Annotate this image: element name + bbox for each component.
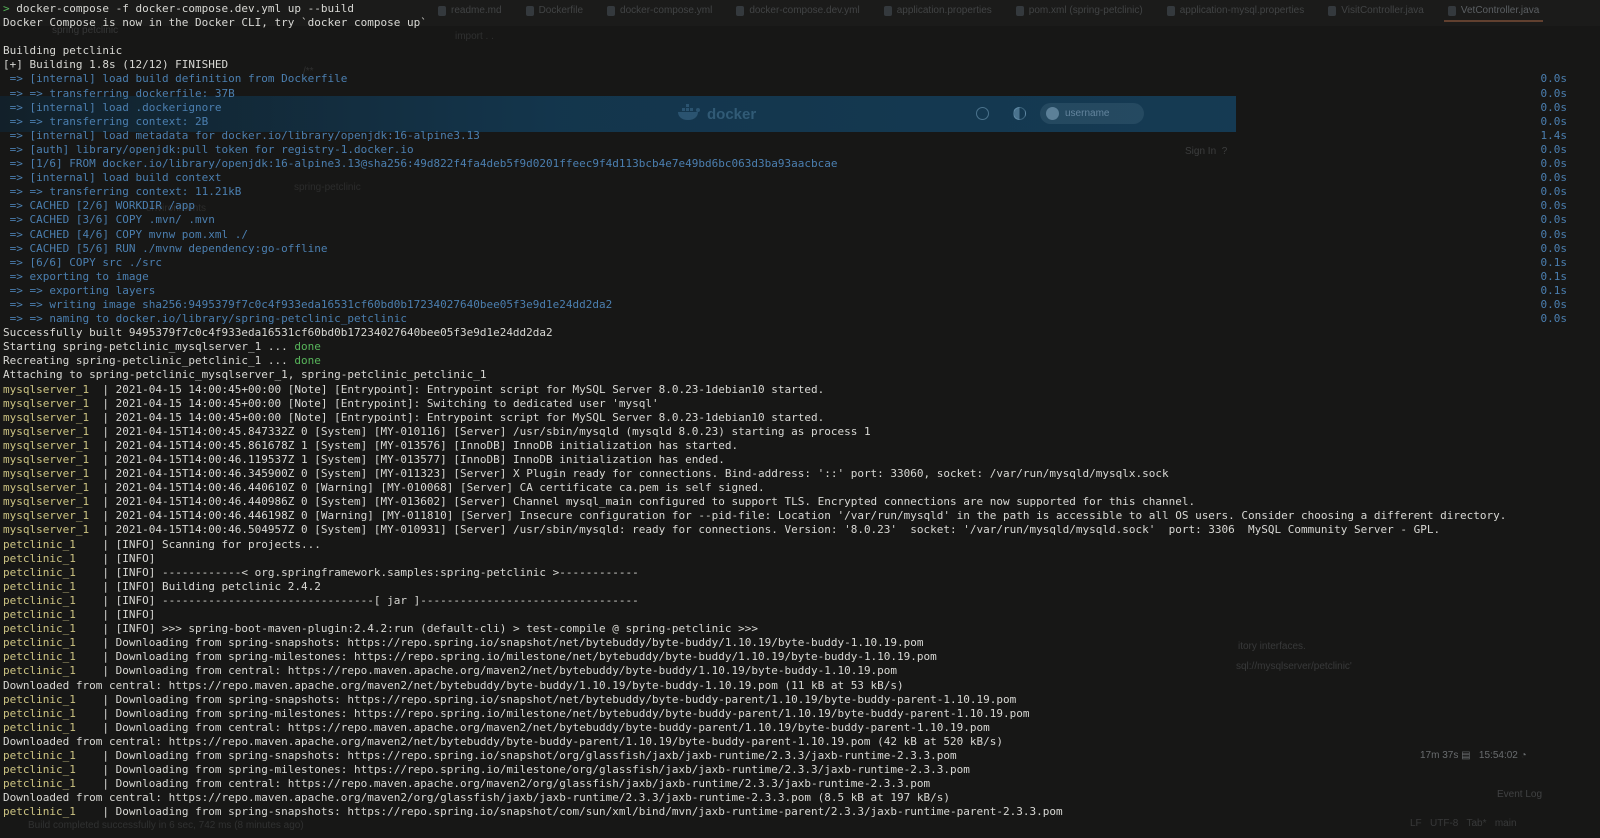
terminal-log-line-mysqlserver_1: mysqlserver_1 | 2021-04-15 14:00:45+00:0…: [3, 411, 1600, 425]
terminal-log-line-mysqlserver_1: mysqlserver_1 | 2021-04-15T14:00:46.4409…: [3, 495, 1600, 509]
terminal-log-line-petclinic_1: petclinic_1 | Downloading from spring-sn…: [3, 749, 1600, 763]
terminal-line: => [internal] load .dockerignore0.0s: [3, 101, 1600, 115]
terminal-line: => CACHED [4/6] COPY mvnw pom.xml ./0.0s: [3, 228, 1600, 242]
terminal-log-line-mysqlserver_1: mysqlserver_1 | 2021-04-15T14:00:46.5049…: [3, 523, 1600, 537]
terminal-line: Starting spring-petclinic_mysqlserver_1 …: [3, 340, 1600, 354]
terminal-line: [+] Building 1.8s (12/12) FINISHED: [3, 58, 1600, 72]
terminal-line: => => exporting layers0.1s: [3, 284, 1600, 298]
terminal-line: Docker Compose is now in the Docker CLI,…: [3, 16, 1600, 30]
terminal-command-line: > docker-compose -f docker-compose.dev.y…: [3, 2, 1600, 16]
terminal-output[interactable]: > docker-compose -f docker-compose.dev.y…: [0, 0, 1600, 838]
terminal-line: Attaching to spring-petclinic_mysqlserve…: [3, 368, 1600, 382]
terminal-line: => => transferring context: 11.21kB0.0s: [3, 185, 1600, 199]
terminal-log-line-petclinic_1: petclinic_1 | Downloading from spring-sn…: [3, 636, 1600, 650]
terminal-line: => [internal] load build context0.0s: [3, 171, 1600, 185]
terminal-log-line-mysqlserver_1: mysqlserver_1 | 2021-04-15T14:00:45.8616…: [3, 439, 1600, 453]
terminal-line: Building petclinic: [3, 44, 1600, 58]
terminal-log-line-petclinic_1: petclinic_1 | Downloading from central: …: [3, 777, 1600, 791]
terminal-log-line-petclinic_1: petclinic_1 | [INFO] >>> spring-boot-mav…: [3, 622, 1600, 636]
terminal-log-line-mysqlserver_1: mysqlserver_1 | 2021-04-15T14:00:45.8473…: [3, 425, 1600, 439]
terminal-log-line-mysqlserver_1: mysqlserver_1 | 2021-04-15 14:00:45+00:0…: [3, 383, 1600, 397]
terminal-log-line-petclinic_1: petclinic_1 | [INFO] -------------------…: [3, 594, 1600, 608]
terminal-log-line-petclinic_1: petclinic_1 | [INFO] ------------< org.s…: [3, 566, 1600, 580]
terminal-line: => => transferring dockerfile: 37B0.0s: [3, 87, 1600, 101]
terminal-log-line-petclinic_1: petclinic_1 | Downloading from spring-mi…: [3, 650, 1600, 664]
terminal-log-line-petclinic_1: petclinic_1 | Downloading from spring-sn…: [3, 805, 1600, 819]
terminal-line: Downloaded from central: https://repo.ma…: [3, 791, 1600, 805]
terminal-log-line-mysqlserver_1: mysqlserver_1 | 2021-04-15T14:00:46.4406…: [3, 481, 1600, 495]
terminal-line: => [6/6] COPY src ./src0.1s: [3, 256, 1600, 270]
terminal-log-line-mysqlserver_1: mysqlserver_1 | 2021-04-15T14:00:46.3459…: [3, 467, 1600, 481]
terminal-log-line-petclinic_1: petclinic_1 | Downloading from central: …: [3, 664, 1600, 678]
terminal-log-line-petclinic_1: petclinic_1 | Downloading from spring-sn…: [3, 693, 1600, 707]
terminal-line: => => transferring context: 2B0.0s: [3, 115, 1600, 129]
terminal-line: [3, 30, 1600, 44]
terminal-line: => exporting to image0.1s: [3, 270, 1600, 284]
terminal-line: Downloaded from central: https://repo.ma…: [3, 679, 1600, 693]
terminal-line: Successfully built 9495379f7c0c4f933eda1…: [3, 326, 1600, 340]
terminal-log-line-petclinic_1: petclinic_1 | [INFO]: [3, 552, 1600, 566]
terminal-log-line-petclinic_1: petclinic_1 | [INFO]: [3, 608, 1600, 622]
terminal-line: => [internal] load build definition from…: [3, 72, 1600, 86]
terminal-line: => [internal] load metadata for docker.i…: [3, 129, 1600, 143]
terminal-log-line-petclinic_1: petclinic_1 | [INFO] Building petclinic …: [3, 580, 1600, 594]
terminal-log-line-petclinic_1: petclinic_1 | Downloading from spring-mi…: [3, 707, 1600, 721]
terminal-line: => [1/6] FROM docker.io/library/openjdk:…: [3, 157, 1600, 171]
terminal-log-line-mysqlserver_1: mysqlserver_1 | 2021-04-15T14:00:46.4461…: [3, 509, 1600, 523]
terminal-line: => => naming to docker.io/library/spring…: [3, 312, 1600, 326]
terminal-line: Downloaded from central: https://repo.ma…: [3, 735, 1600, 749]
terminal-screen: readme.mdDockerfiledocker-compose.ymldoc…: [0, 0, 1600, 838]
terminal-line: => CACHED [3/6] COPY .mvn/ .mvn0.0s: [3, 213, 1600, 227]
terminal-log-line-mysqlserver_1: mysqlserver_1 | 2021-04-15T14:00:46.1195…: [3, 453, 1600, 467]
terminal-log-line-mysqlserver_1: mysqlserver_1 | 2021-04-15 14:00:45+00:0…: [3, 397, 1600, 411]
terminal-log-line-petclinic_1: petclinic_1 | Downloading from spring-mi…: [3, 763, 1600, 777]
terminal-line: => CACHED [2/6] WORKDIR /app0.0s: [3, 199, 1600, 213]
terminal-log-line-petclinic_1: petclinic_1 | Downloading from central: …: [3, 721, 1600, 735]
terminal-line: => CACHED [5/6] RUN ./mvnw dependency:go…: [3, 242, 1600, 256]
terminal-line: => [auth] library/openjdk:pull token for…: [3, 143, 1600, 157]
terminal-log-line-petclinic_1: petclinic_1 | [INFO] Scanning for projec…: [3, 538, 1600, 552]
terminal-line: Recreating spring-petclinic_petclinic_1 …: [3, 354, 1600, 368]
terminal-line: => => writing image sha256:9495379f7c0c4…: [3, 298, 1600, 312]
